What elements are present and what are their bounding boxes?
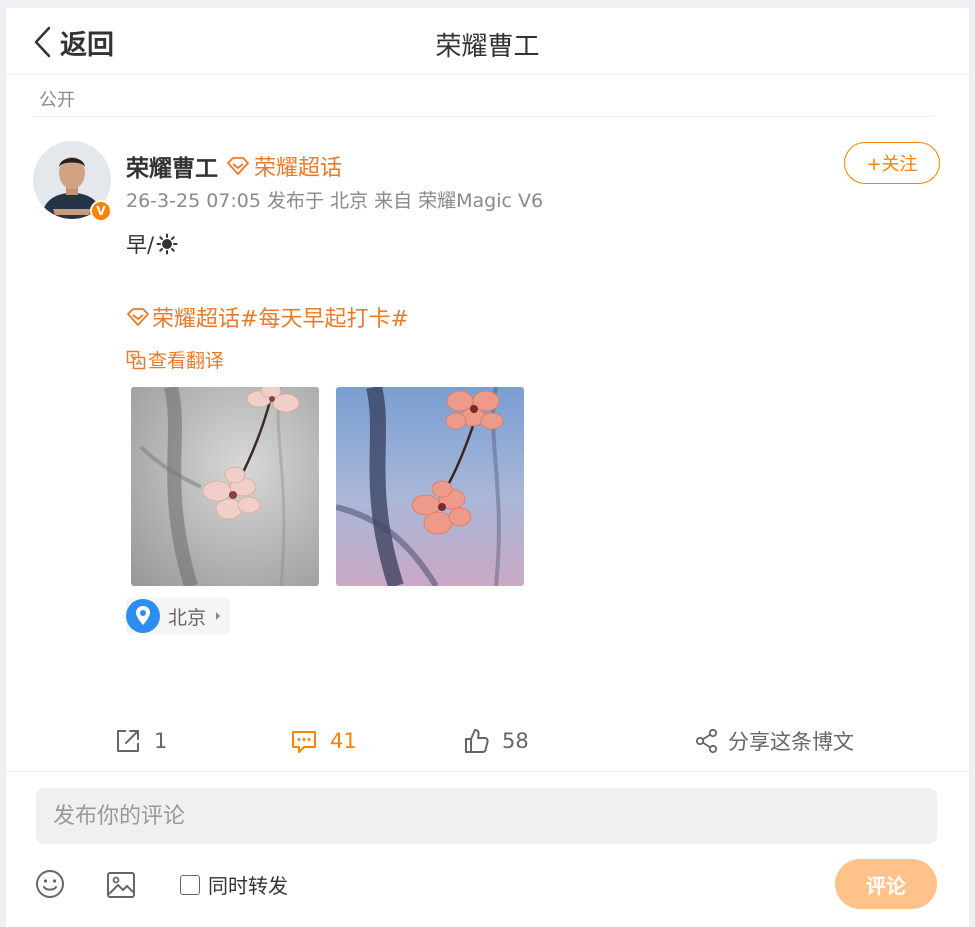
repost-icon <box>117 730 139 752</box>
share-icon <box>695 728 718 754</box>
submit-comment-button[interactable]: 评论 <box>835 859 937 909</box>
author-row: 荣耀曹工 荣耀超话 <box>126 149 342 183</box>
like-icon <box>465 729 489 753</box>
emoji-icon[interactable] <box>35 869 65 899</box>
translate-label: 查看翻译 <box>148 350 225 372</box>
topic-line: 荣耀超话 #每天早起打卡# <box>126 301 409 333</box>
hashtag-link[interactable]: #每天早起打卡# <box>240 301 409 333</box>
checkbox[interactable] <box>180 874 200 895</box>
divider <box>6 771 969 772</box>
translate-icon <box>126 350 146 369</box>
action-bar: 1 41 58 分享这条博文 <box>6 716 969 766</box>
location-pin-icon <box>126 599 160 633</box>
comment-icon <box>292 731 316 753</box>
repost-button[interactable]: 1 <box>114 716 167 766</box>
location-tag[interactable]: 北京 <box>126 598 231 634</box>
caret-right-icon <box>216 612 221 620</box>
like-count: 58 <box>502 729 529 753</box>
super-topic-link[interactable]: 荣耀超话 <box>226 150 342 182</box>
blossom-photo-grey <box>131 387 319 586</box>
post-image-1[interactable] <box>131 387 319 586</box>
diamond-icon <box>227 157 249 175</box>
author-name[interactable]: 荣耀曹工 <box>126 149 218 183</box>
share-label: 分享这条博文 <box>728 730 854 754</box>
weibo-post-page: 返回 荣耀曹工 公开 V 荣耀曹工 荣耀超话 26-3-25 07:05 发布于… <box>6 8 969 927</box>
top-bar: 返回 荣耀曹工 <box>6 8 969 75</box>
forward-checkbox[interactable]: 同时转发 <box>180 870 288 899</box>
comment-input[interactable] <box>36 788 937 844</box>
follow-button[interactable]: +关注 <box>844 142 940 184</box>
post-image-2[interactable] <box>336 387 524 586</box>
diamond-icon <box>127 308 149 326</box>
post-text: 早/ <box>126 229 178 259</box>
page-title: 荣耀曹工 <box>435 32 540 62</box>
forward-label: 同时转发 <box>208 874 288 898</box>
super-topic-label: 荣耀超话 <box>254 156 343 181</box>
divider <box>32 116 935 117</box>
sun-icon <box>156 233 178 255</box>
like-button[interactable]: 58 <box>462 716 529 766</box>
blossom-photo-blue <box>336 387 524 586</box>
location-label: 北京 <box>168 606 207 629</box>
share-button[interactable]: 分享这条博文 <box>694 716 854 766</box>
post-meta: 26-3-25 07:05 发布于 北京 来自 荣耀Magic V6 <box>126 190 544 212</box>
verified-badge-icon: V <box>90 200 112 222</box>
comment-count: 41 <box>330 729 357 753</box>
repost-count: 1 <box>154 729 168 753</box>
image-icon[interactable] <box>106 870 136 900</box>
super-topic-link-inline[interactable]: 荣耀超话 <box>152 301 240 333</box>
translate-link[interactable]: 查看翻译 <box>126 346 224 373</box>
visibility-label: 公开 <box>39 90 75 111</box>
post-text-line: 早/ <box>126 233 155 257</box>
comment-button[interactable]: 41 <box>290 716 357 766</box>
